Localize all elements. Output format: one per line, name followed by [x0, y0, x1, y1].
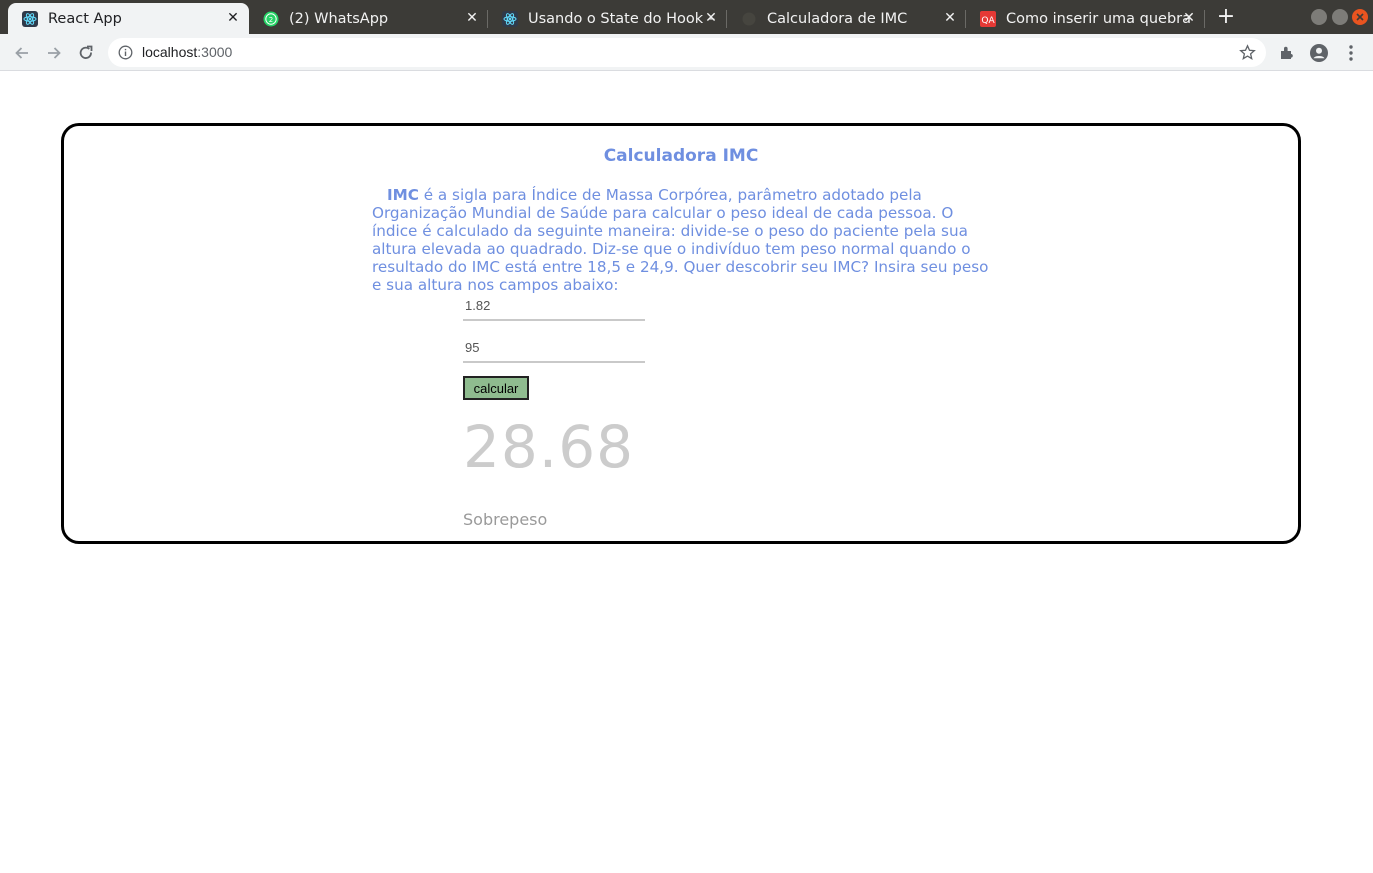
tab-whatsapp[interactable]: 2 (2) WhatsApp ✕	[249, 3, 488, 34]
url-port: :3000	[197, 44, 233, 60]
imc-result: 28.68	[463, 413, 635, 481]
tab-close-icon[interactable]: ✕	[703, 10, 719, 26]
intro-paragraph: IMC é a sigla para Índice de Massa Corpó…	[372, 186, 992, 294]
maximize-icon[interactable]	[1332, 9, 1348, 25]
react-icon	[502, 10, 518, 27]
imc-classification: Sobrepeso	[463, 510, 548, 529]
page-title: Calculadora IMC	[603, 146, 759, 166]
extensions-icon[interactable]	[1275, 41, 1299, 65]
height-input[interactable]	[463, 291, 645, 321]
weight-input[interactable]	[463, 333, 645, 363]
bookmark-star-icon[interactable]	[1239, 44, 1256, 61]
tab-close-icon[interactable]: ✕	[1181, 10, 1197, 26]
tab-strip: React App ✕ 2 (2) WhatsApp ✕ Usando o St…	[0, 0, 1373, 34]
info-icon[interactable]	[118, 45, 133, 60]
tab-title: React App	[48, 10, 122, 27]
tab-close-icon[interactable]: ✕	[942, 10, 958, 26]
tab-title: Como inserir uma quebra	[1006, 10, 1192, 27]
new-tab-icon[interactable]: +	[1214, 6, 1238, 30]
address-bar[interactable]: localhost:3000	[108, 38, 1266, 67]
whatsapp-icon: 2	[263, 11, 279, 27]
account-icon[interactable]	[1307, 41, 1331, 65]
tab-close-icon[interactable]: ✕	[464, 10, 480, 26]
react-icon	[22, 10, 38, 27]
browser-toolbar: localhost:3000	[0, 34, 1373, 71]
blank-icon	[741, 11, 757, 27]
url-host: localhost	[142, 44, 198, 60]
reload-icon[interactable]	[74, 41, 98, 65]
back-icon[interactable]	[10, 41, 34, 65]
tab-react-app[interactable]: React App ✕	[8, 3, 249, 34]
tab-usando-state[interactable]: Usando o State do Hook – ✕	[488, 3, 727, 34]
tab-quebra[interactable]: QA Como inserir uma quebra ✕	[966, 3, 1205, 34]
tab-divider	[1204, 10, 1205, 28]
svg-text:QA: QA	[981, 16, 995, 26]
tab-title: (2) WhatsApp	[289, 10, 389, 27]
calculate-button[interactable]: calcular	[463, 376, 529, 400]
svg-text:2: 2	[269, 16, 273, 24]
intro-text: é a sigla para Índice de Massa Corpórea,…	[372, 186, 989, 294]
tab-title: Calculadora de IMC	[767, 10, 908, 27]
menu-icon[interactable]	[1339, 41, 1363, 65]
tab-calculadora-imc[interactable]: Calculadora de IMC ✕	[727, 3, 966, 34]
forward-icon[interactable]	[42, 41, 66, 65]
tab-title: Usando o State do Hook –	[528, 10, 715, 27]
url-text: localhost:3000	[142, 44, 232, 60]
qa-icon: QA	[980, 10, 996, 27]
tab-close-icon[interactable]: ✕	[225, 10, 241, 26]
close-window-icon[interactable]	[1352, 9, 1368, 25]
intro-bold: IMC	[387, 186, 419, 204]
imc-card: Calculadora IMC IMC é a sigla para Índic…	[61, 123, 1301, 544]
minimize-icon[interactable]	[1311, 9, 1327, 25]
